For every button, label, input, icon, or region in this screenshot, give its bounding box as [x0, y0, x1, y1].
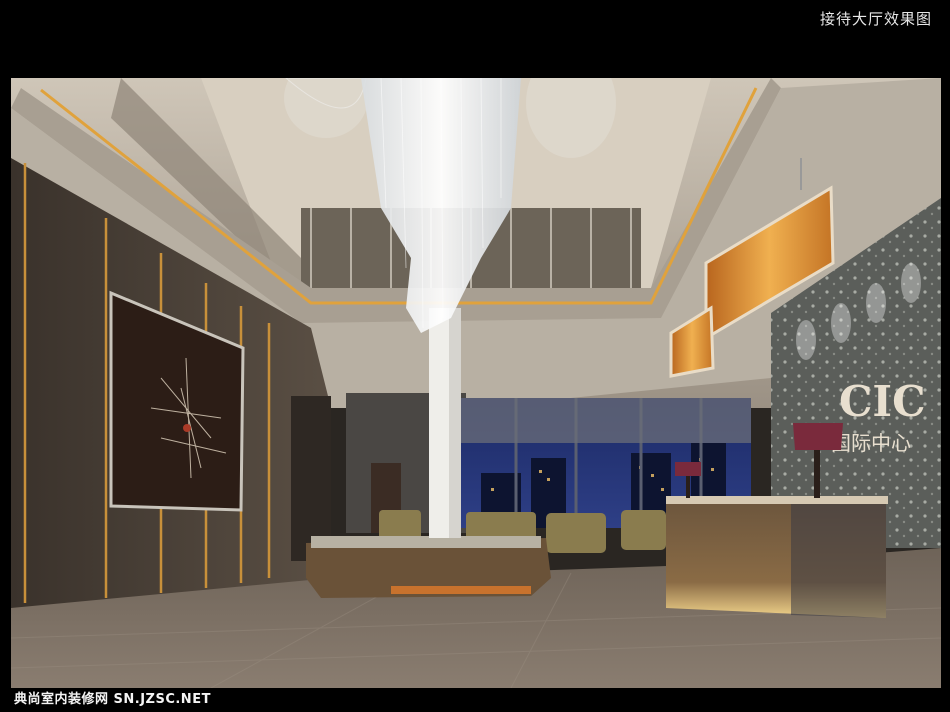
watermark-text: 典尚室内装修网 SN.JZSC.NET: [14, 692, 211, 707]
rendering-title: 接待大厅效果图: [819, 10, 932, 28]
lobby-rendering-image: CIC 国际中心: [11, 78, 941, 688]
wall-logo-name: 国际中心: [831, 431, 911, 455]
wall-logo-letters: CIC: [839, 377, 926, 426]
